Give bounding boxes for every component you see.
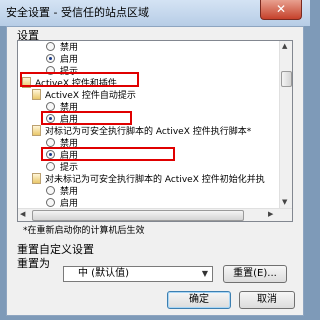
row-label: ActiveX 控件自动提示 — [45, 91, 136, 101]
radio-button-icon[interactable] — [46, 186, 55, 195]
row-label: 禁用 — [60, 43, 79, 53]
horizontal-scrollbar[interactable]: ◀ ▶ — [18, 208, 292, 221]
close-button[interactable]: ✕ — [260, 0, 302, 20]
radio-option[interactable]: 提示 — [46, 162, 78, 174]
setting-page-icon — [32, 125, 41, 136]
radio-option[interactable]: 启用 — [46, 54, 78, 66]
radio-button-icon[interactable] — [46, 162, 55, 171]
title-bar[interactable]: 安全设置 - 受信任的站点区域 ✕ — [0, 0, 310, 26]
scroll-down-icon[interactable]: ▼ — [282, 198, 287, 206]
reset-level-value: 中 (默认值) — [78, 268, 129, 279]
radio-button-icon[interactable] — [46, 138, 55, 147]
highlight-enable-option-1 — [41, 111, 132, 125]
scroll-left-icon[interactable]: ◀ — [20, 210, 25, 218]
security-settings-dialog: 安全设置 - 受信任的站点区域 ✕ 设置 启用 禁用 对未标记为可安全执行脚本的 A… — [0, 0, 310, 320]
radio-option[interactable]: 禁用 — [46, 186, 78, 198]
radio-button-icon[interactable] — [46, 54, 55, 63]
settings-item: 对未标记为可安全执行脚本的 ActiveX 控件初始化并执 — [32, 173, 265, 186]
highlight-activex-group — [20, 72, 139, 87]
cancel-button[interactable]: 取消 — [239, 291, 295, 309]
dialog-body: 设置 启用 禁用 对未标记为可安全执行脚本的 ActiveX 控件初始化并执 提示 启用… — [6, 26, 304, 316]
highlight-enable-option-2 — [41, 147, 175, 161]
settings-list[interactable]: 启用 禁用 对未标记为可安全执行脚本的 ActiveX 控件初始化并执 提示 启用 禁用对… — [17, 40, 293, 222]
reset-level-select[interactable]: 中 (默认值) ▼ — [63, 266, 213, 282]
row-label: 对标记为可安全执行脚本的 ActiveX 控件执行脚本* — [45, 127, 252, 137]
horizontal-scroll-thumb[interactable] — [32, 210, 244, 221]
ok-button[interactable]: 确定 — [167, 291, 231, 309]
radio-button-icon[interactable] — [46, 42, 55, 51]
row-label: 提示 — [60, 163, 79, 173]
scroll-up-icon[interactable]: ▲ — [282, 42, 287, 50]
radio-button-icon[interactable] — [46, 198, 55, 207]
scroll-right-icon[interactable]: ▶ — [268, 210, 273, 218]
reset-button[interactable]: 重置(E)... — [223, 265, 287, 283]
restart-note: *在重新启动你的计算机后生效 — [23, 226, 145, 236]
radio-button-icon[interactable] — [46, 102, 55, 111]
chevron-down-icon[interactable]: ▼ — [198, 267, 212, 281]
vertical-scrollbar[interactable]: ▲ ▼ — [279, 41, 292, 209]
reset-to-label: 重置为 — [17, 257, 50, 270]
vertical-scroll-thumb[interactable] — [281, 71, 292, 87]
setting-page-icon — [32, 173, 41, 184]
row-label: 禁用 — [60, 187, 79, 197]
window-title: 安全设置 - 受信任的站点区域 — [6, 6, 149, 19]
settings-item: ActiveX 控件自动提示 — [32, 89, 136, 102]
setting-page-icon — [32, 89, 41, 100]
settings-item: 对标记为可安全执行脚本的 ActiveX 控件执行脚本* — [32, 125, 252, 138]
radio-option[interactable]: 禁用 — [46, 42, 78, 54]
row-label: 启用 — [60, 55, 79, 65]
row-label: 对未标记为可安全执行脚本的 ActiveX 控件初始化并执 — [45, 175, 265, 185]
